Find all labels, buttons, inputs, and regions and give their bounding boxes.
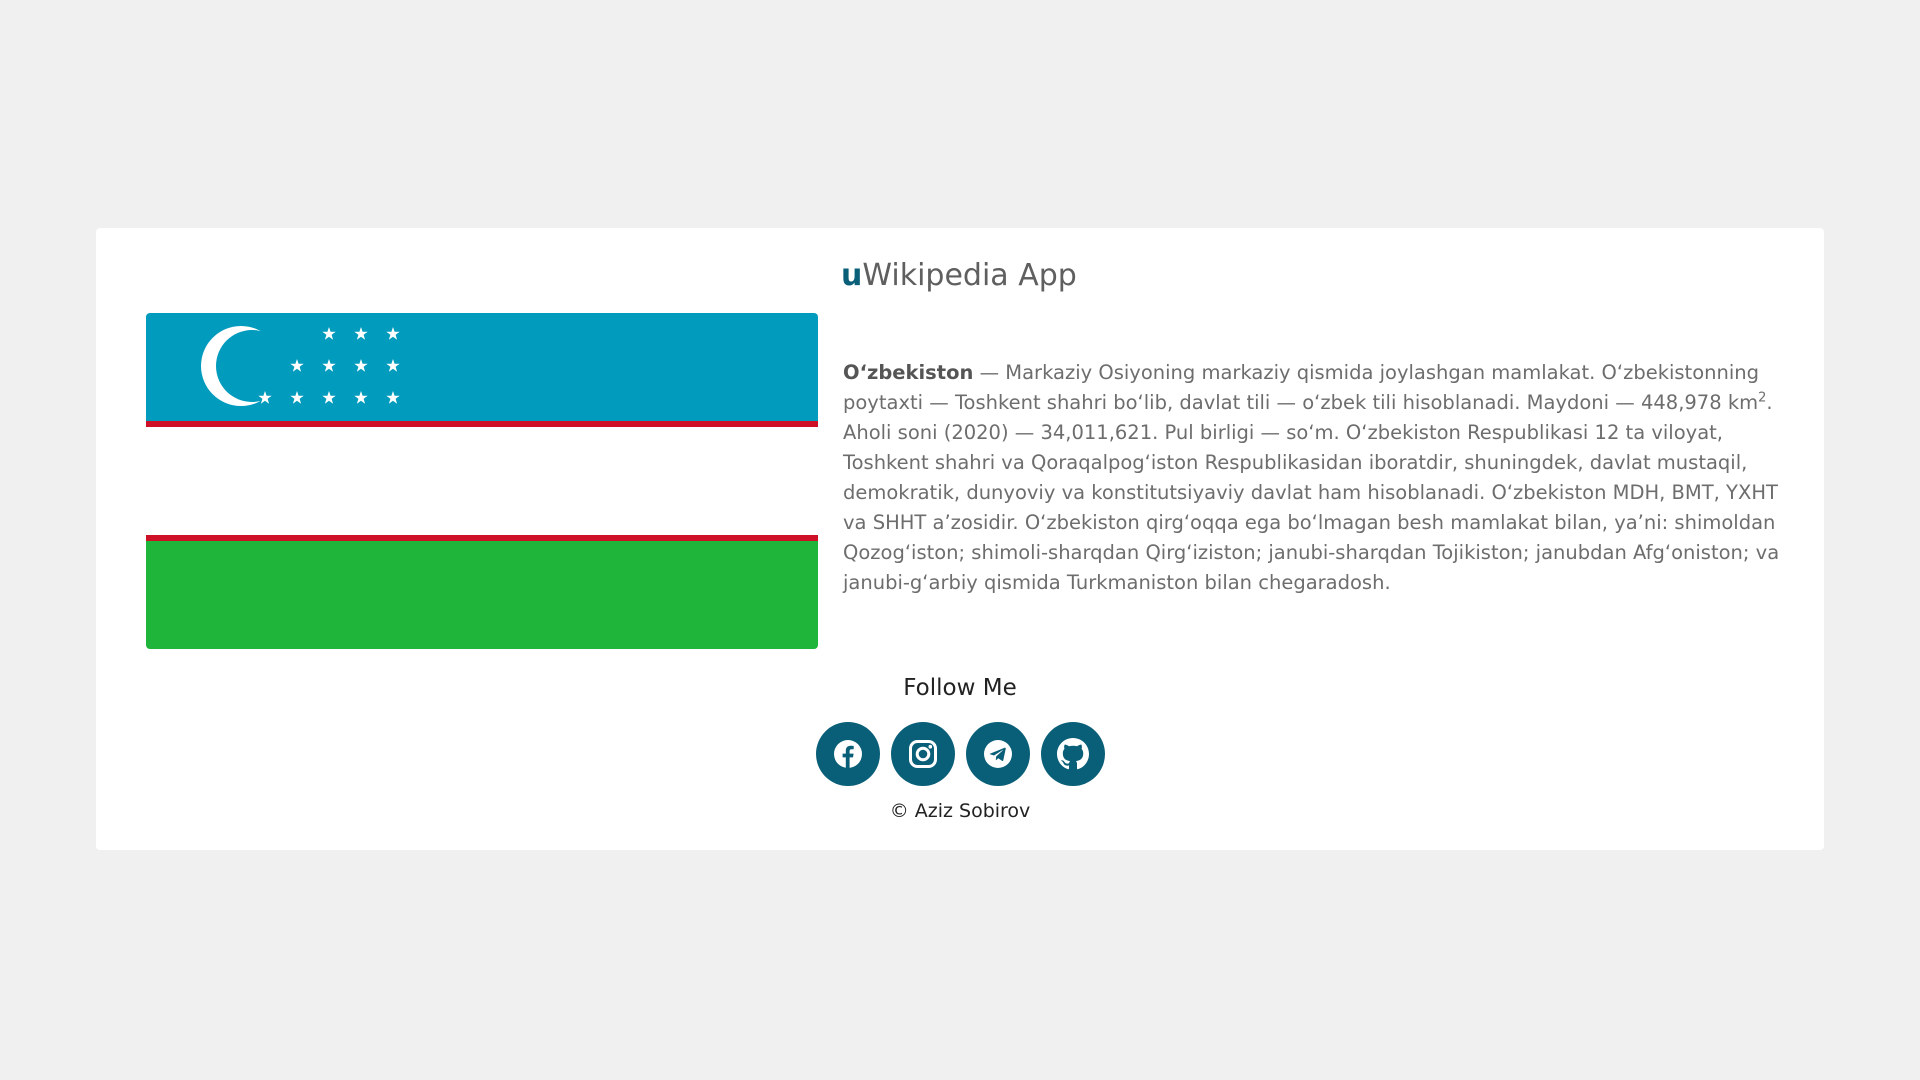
- github-icon: [1057, 738, 1089, 770]
- follow-me-heading: Follow Me: [903, 675, 1017, 701]
- app-title-accent: u: [841, 258, 863, 293]
- telegram-link[interactable]: [966, 722, 1030, 786]
- uzbekistan-flag: [146, 313, 818, 649]
- app-title-text: Wikipedia App: [862, 258, 1077, 293]
- facebook-icon: [834, 740, 862, 768]
- app-title: uWikipedia App: [841, 258, 1077, 293]
- instagram-icon: [909, 740, 937, 768]
- article-text-part-1: — Markaziy Osiyoning markaziy qismida jo…: [843, 361, 1760, 414]
- github-link[interactable]: [1041, 722, 1105, 786]
- social-links: [816, 722, 1105, 786]
- article-term: O‘zbekiston: [843, 361, 974, 384]
- facebook-link[interactable]: [816, 722, 880, 786]
- app-card: uWikipedia App O‘zbekiston — Markaziy Os…: [96, 228, 1824, 850]
- article-text-part-2: . Aholi soni (2020) — 34,011,621. Pul bi…: [843, 391, 1780, 594]
- instagram-link[interactable]: [891, 722, 955, 786]
- telegram-icon: [984, 740, 1012, 768]
- article-summary: O‘zbekiston — Markaziy Osiyoning markazi…: [843, 358, 1793, 598]
- copyright-text: © Aziz Sobirov: [889, 800, 1031, 822]
